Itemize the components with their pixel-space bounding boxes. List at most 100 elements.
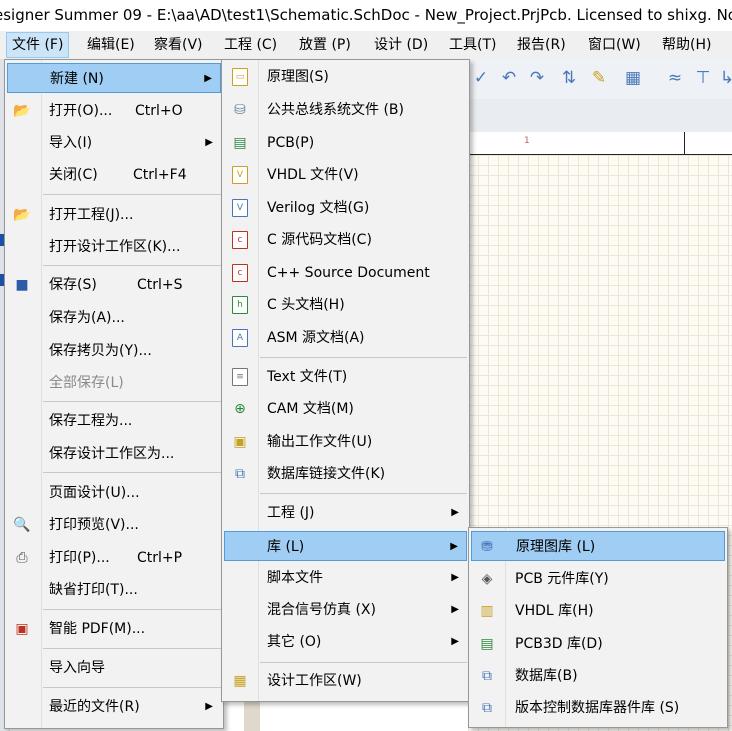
menu-reports[interactable]: 报告(R) — [512, 33, 571, 57]
file-menu-import-wizard[interactable]: 导入向导 — [7, 653, 221, 683]
file-menu-recent-files[interactable]: 最近的文件(R) ▶ — [7, 692, 221, 722]
new-c-source-doc[interactable]: c C 源代码文档(C) — [224, 225, 467, 255]
library-pcb-lib[interactable]: ◈ PCB 元件库(Y) — [471, 564, 725, 594]
new-mixed-signal-sim[interactable]: 混合信号仿真 (X) ▶ — [224, 595, 467, 625]
new-bus-system-file[interactable]: ⛁ 公共总线系统文件 (B) — [224, 95, 467, 125]
library-pcb3d-lib[interactable]: ▤ PCB3D 库(D) — [471, 629, 725, 659]
ruler-line — [684, 132, 685, 154]
new-database-link-file[interactable]: ⧉ 数据库链接文件(K) — [224, 459, 467, 489]
undo-icon[interactable]: ↶ — [498, 68, 520, 88]
hierarchy-icon[interactable]: ⇅ — [558, 68, 580, 88]
file-menu-default-print[interactable]: 缺省打印(T)... — [7, 575, 221, 605]
menu-edit[interactable]: 编辑(E) — [82, 33, 140, 57]
library-database-label: 数据库(B) — [515, 668, 578, 684]
new-vhdl-file[interactable]: V VHDL 文件(V) — [224, 160, 467, 190]
new-output-job-file-label: 输出工作文件(U) — [267, 434, 373, 450]
c-header-doc-icon: h — [232, 296, 248, 314]
library-schematic-lib[interactable]: ⛃ 原理图库 (L) — [471, 531, 725, 561]
file-menu-page-setup[interactable]: 页面设计(U)... — [7, 478, 221, 508]
file-menu-close-label: 关闭(C) — [49, 167, 98, 183]
file-menu-save-project-as[interactable]: 保存工程为... — [7, 406, 221, 436]
folder-project-icon: 📂 — [13, 207, 31, 223]
probe-icon[interactable]: ✎ — [588, 68, 610, 88]
wire-icon[interactable]: ≈ — [664, 68, 686, 88]
menu-file[interactable]: 文件 (F) — [6, 32, 70, 58]
bus-icon[interactable]: ⊤ — [692, 68, 714, 88]
file-menu-import-wizard-label: 导入向导 — [49, 660, 105, 676]
new-schematic[interactable]: ▭ 原理图(S) — [224, 62, 467, 92]
new-c-source-doc-label: C 源代码文档(C) — [267, 232, 372, 248]
asm-doc-icon: A — [232, 329, 248, 347]
print-preview-icon: 🔍 — [13, 517, 31, 533]
menu-project[interactable]: 工程 (C) — [219, 33, 282, 57]
library-database[interactable]: ⧉ 数据库(B) — [471, 661, 725, 691]
printer-icon: ⎙ — [16, 550, 28, 566]
library-svn-database[interactable]: ⧉ 版本控制数据库器件库 (S) — [471, 693, 725, 723]
library-svn-database-label: 版本控制数据库器件库 (S) — [515, 700, 680, 716]
new-design-workspace[interactable]: ▦ 设计工作区(W) — [224, 666, 467, 696]
submenu-arrow-icon: ▶ — [451, 636, 459, 647]
new-cam-doc[interactable]: ⊕ CAM 文档(M) — [224, 394, 467, 424]
vhdl-doc-icon: V — [232, 166, 248, 184]
library-pcb3d-lib-label: PCB3D 库(D) — [515, 636, 603, 652]
library-vhdl-lib[interactable]: ▥ VHDL 库(H) — [471, 596, 725, 626]
file-menu-save-workspace-as[interactable]: 保存设计工作区为... — [7, 439, 221, 469]
file-menu-save-as-label: 保存为(A)... — [49, 310, 125, 326]
output-job-icon: ▣ — [233, 434, 247, 450]
new-library[interactable]: 库 (L) ▶ — [224, 531, 467, 561]
file-menu-open[interactable]: 📂 打开(O)... Ctrl+O — [7, 96, 221, 126]
menu-place[interactable]: 放置 (P) — [294, 33, 356, 57]
window-title-bar: esigner Summer 09 - E:\aa\AD\test1\Schem… — [0, 0, 732, 31]
component-icon[interactable]: ▦ — [622, 68, 644, 88]
new-pcb[interactable]: ▤ PCB(P) — [224, 128, 467, 158]
new-cpp-source-doc[interactable]: c C++ Source Document — [224, 258, 467, 288]
new-cam-doc-label: CAM 文档(M) — [267, 401, 354, 417]
new-verilog-doc-label: Verilog 文档(G) — [267, 200, 370, 216]
file-menu-smart-pdf[interactable]: ▣ 智能 PDF(M)... — [7, 614, 221, 644]
menu-window[interactable]: 窗口(W) — [583, 33, 646, 57]
file-menu-new[interactable]: 新建 (N) ▶ — [7, 63, 221, 93]
new-output-job-file[interactable]: ▣ 输出工作文件(U) — [224, 427, 467, 457]
new-text-file[interactable]: ≡ Text 文件(T) — [224, 362, 467, 392]
new-cpp-source-doc-label: C++ Source Document — [267, 265, 430, 281]
file-menu-import[interactable]: 导入(I) ▶ — [7, 128, 221, 158]
c-source-doc-icon: c — [232, 231, 248, 249]
document-tab-strip — [468, 99, 732, 133]
window-title: esigner Summer 09 - E:\aa\AD\test1\Schem… — [0, 6, 732, 24]
redo-icon[interactable]: ↷ — [526, 68, 548, 88]
new-project[interactable]: 工程 (J) ▶ — [224, 498, 467, 528]
menu-separator — [43, 194, 221, 195]
file-menu-close[interactable]: 关闭(C) Ctrl+F4 — [7, 160, 221, 190]
file-menu-recent-files-label: 最近的文件(R) — [49, 699, 140, 715]
menu-view[interactable]: 察看(V) — [149, 33, 208, 57]
file-menu-open-project[interactable]: 📂 打开工程(J)... — [7, 200, 221, 230]
file-menu-print-preview[interactable]: 🔍 打印预览(V)... — [7, 510, 221, 540]
new-script-file[interactable]: 脚本文件 ▶ — [224, 563, 467, 593]
new-other-label: 其它 (O) — [267, 634, 322, 650]
svn-database-library-icon: ⧉ — [482, 700, 492, 716]
new-other[interactable]: 其它 (O) ▶ — [224, 627, 467, 657]
file-menu-page-setup-label: 页面设计(U)... — [49, 485, 140, 501]
verilog-doc-icon: V — [232, 199, 248, 217]
file-menu-default-print-label: 缺省打印(T)... — [49, 582, 138, 598]
file-menu-save-copy-as[interactable]: 保存拷贝为(Y)... — [7, 336, 221, 366]
menu-help[interactable]: 帮助(H) — [657, 33, 716, 57]
menu-separator — [43, 265, 221, 266]
file-menu-print-preview-label: 打印预览(V)... — [49, 517, 139, 533]
select-icon[interactable]: ✓ — [470, 68, 492, 88]
pcb-library-icon: ◈ — [481, 571, 493, 587]
new-verilog-doc[interactable]: V Verilog 文档(G) — [224, 193, 467, 223]
menu-tools[interactable]: 工具(T) — [444, 33, 501, 57]
file-menu-open-workspace[interactable]: 打开设计工作区(K)... — [7, 232, 221, 262]
file-menu-print[interactable]: ⎙ 打印(P)... Ctrl+P — [7, 543, 221, 573]
new-c-header-doc-label: C 头文档(H) — [267, 297, 345, 313]
file-menu-save-as[interactable]: 保存为(A)... — [7, 303, 221, 333]
file-menu-save[interactable]: ■ 保存(S) Ctrl+S — [7, 270, 221, 300]
new-asm-source-doc[interactable]: A ASM 源文档(A) — [224, 323, 467, 353]
net-label-icon[interactable]: ↳ — [716, 68, 732, 88]
menu-design[interactable]: 设计 (D) — [369, 33, 433, 57]
new-c-header-doc[interactable]: h C 头文档(H) — [224, 290, 467, 320]
folder-open-icon: 📂 — [13, 103, 31, 119]
workspace-icon: ▦ — [233, 673, 247, 689]
file-menu-save-project-as-label: 保存工程为... — [49, 413, 133, 429]
